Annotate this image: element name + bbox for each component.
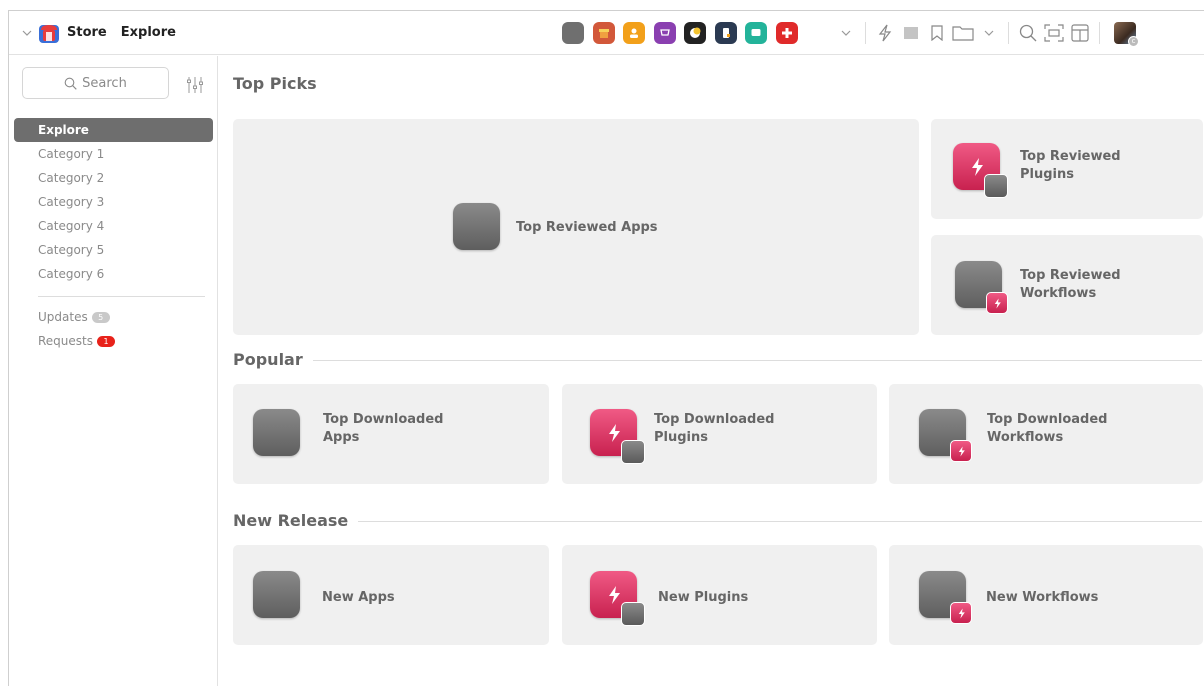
updates-count-badge: 5: [91, 312, 110, 323]
app-icon: [253, 571, 300, 618]
breadcrumb: Store Explore: [9, 22, 176, 44]
pinned-apps: [562, 22, 806, 44]
lightning-icon[interactable]: [872, 20, 898, 46]
toolbar-divider: [1099, 22, 1100, 44]
card-label: Top Reviewed Workflows: [1020, 268, 1121, 301]
app-badge-icon: [984, 174, 1008, 198]
sidebar-item-explore[interactable]: Explore: [14, 118, 213, 142]
card-label: New Workflows: [986, 590, 1099, 605]
sidebar-item-category-6[interactable]: Category 6: [14, 262, 213, 286]
card-top-downloaded-apps[interactable]: Top Downloaded Apps: [233, 384, 549, 484]
card-label: Top Downloaded Apps: [323, 412, 444, 445]
layout-icon[interactable]: [1067, 20, 1093, 46]
store-window: Store Explore c Search Explore Category …: [8, 10, 1204, 686]
sidebar: Search Explore Category 1 Category 2 Cat…: [9, 56, 218, 686]
plugin-icon: [590, 409, 645, 464]
contact-app-icon[interactable]: [623, 22, 645, 44]
sidebar-item-category-5[interactable]: Category 5: [14, 238, 213, 262]
card-top-downloaded-workflows[interactable]: Top Downloaded Workflows: [889, 384, 1203, 484]
chevron-down-icon[interactable]: [20, 26, 34, 40]
workflow-icon: [955, 261, 1008, 314]
updates-label: Updates: [38, 310, 88, 324]
sidebar-item-category-4[interactable]: Category 4: [14, 214, 213, 238]
sidebar-item-category-1[interactable]: Category 1: [14, 142, 213, 166]
card-top-downloaded-plugins[interactable]: Top Downloaded Plugins: [562, 384, 877, 484]
card-label: New Plugins: [658, 590, 749, 605]
phone-app-icon[interactable]: [714, 22, 737, 44]
toolbar: Store Explore c: [9, 11, 1204, 55]
sidebar-item-updates[interactable]: Updates 5: [14, 305, 213, 329]
search-icon[interactable]: [1015, 20, 1041, 46]
section-divider: [233, 360, 1202, 361]
sidebar-item-requests[interactable]: Requests 1: [14, 329, 213, 353]
toolbar-actions: c: [833, 11, 1139, 55]
bookmark-icon[interactable]: [924, 20, 950, 46]
app-badge-icon: [621, 440, 645, 464]
app-badge-icon: [621, 602, 645, 626]
card-top-reviewed-plugins[interactable]: Top Reviewed Plugins: [931, 119, 1203, 219]
chevron-down-icon[interactable]: [976, 20, 1002, 46]
breadcrumb-store[interactable]: Store: [67, 25, 107, 40]
section-title-top-picks: Top Picks: [233, 74, 327, 93]
sidebar-divider: [38, 296, 205, 297]
card-label: New Apps: [322, 590, 395, 605]
card-new-plugins[interactable]: New Plugins: [562, 545, 877, 645]
app-icon: [453, 203, 500, 250]
plugin-icon: [953, 143, 1008, 198]
section-title-popular: Popular: [233, 350, 313, 369]
plugin-badge-icon: [986, 292, 1008, 314]
requests-label: Requests: [38, 334, 93, 348]
breadcrumb-explore[interactable]: Explore: [121, 25, 176, 40]
search-icon: [64, 77, 77, 90]
card-label: Top Reviewed Plugins: [1020, 149, 1121, 182]
card-new-apps[interactable]: New Apps: [233, 545, 549, 645]
requests-count-badge: 1: [97, 336, 115, 347]
sidebar-item-category-3[interactable]: Category 3: [14, 190, 213, 214]
sidebar-nav: Explore Category 1 Category 2 Category 3…: [14, 118, 213, 353]
workflow-icon: [919, 571, 972, 624]
card-label: Top Downloaded Workflows: [987, 412, 1108, 445]
avatar-status-icon: c: [1128, 36, 1139, 47]
cart-app-icon[interactable]: [653, 22, 676, 44]
plugin-badge-icon: [950, 602, 972, 624]
app-icon: [253, 409, 300, 456]
card-label: Top Reviewed Apps: [516, 220, 658, 235]
folder-icon[interactable]: [950, 20, 976, 46]
filter-sliders-icon[interactable]: [185, 75, 205, 95]
search-input[interactable]: Search: [22, 67, 169, 99]
plugin-badge-icon: [950, 440, 972, 462]
chat-app-icon[interactable]: [745, 22, 767, 44]
chevron-down-icon[interactable]: [833, 20, 859, 46]
toolbar-divider: [1008, 22, 1009, 44]
gray-app-icon[interactable]: [562, 22, 584, 44]
card-label: Top Downloaded Plugins: [654, 412, 775, 445]
moon-app-icon[interactable]: [684, 22, 706, 44]
barcode-icon[interactable]: [898, 20, 924, 46]
card-new-workflows[interactable]: New Workflows: [889, 545, 1203, 645]
scan-icon[interactable]: [1041, 20, 1067, 46]
toolbar-divider: [865, 22, 866, 44]
user-avatar[interactable]: c: [1114, 22, 1139, 47]
card-top-reviewed-apps[interactable]: Top Reviewed Apps: [233, 119, 919, 335]
workflow-icon: [919, 409, 972, 462]
sidebar-item-category-2[interactable]: Category 2: [14, 166, 213, 190]
section-divider: [233, 521, 1202, 522]
main-content: Top Picks Top Reviewed Apps Top Reviewed…: [219, 56, 1204, 686]
cross-app-icon[interactable]: [775, 22, 798, 44]
archive-app-icon[interactable]: [592, 22, 615, 44]
search-placeholder: Search: [82, 75, 127, 91]
card-top-reviewed-workflows[interactable]: Top Reviewed Workflows: [931, 235, 1203, 335]
store-logo-icon: [38, 22, 60, 44]
section-title-new-release: New Release: [233, 511, 359, 530]
plugin-icon: [590, 571, 645, 626]
